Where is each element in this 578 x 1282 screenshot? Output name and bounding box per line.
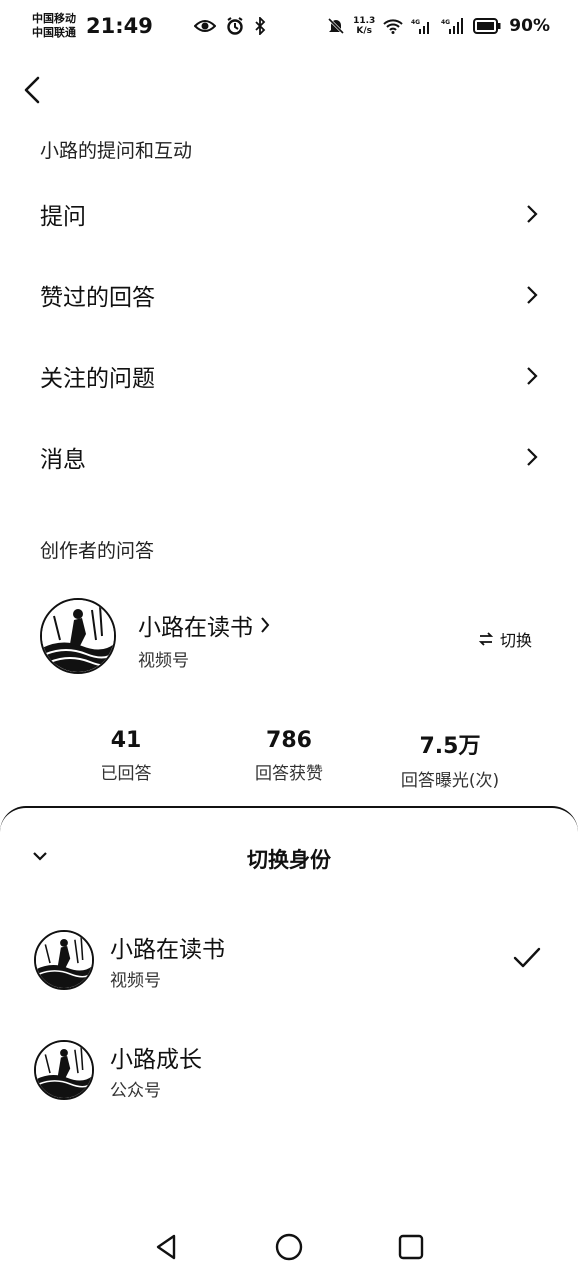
avatar-image: [36, 932, 92, 988]
identity-avatar: [34, 1040, 94, 1100]
chevron-right-icon: [261, 617, 270, 633]
battery-icon: [473, 18, 501, 34]
menu-item-questions[interactable]: 提问: [0, 178, 578, 250]
chevron-right-icon: [527, 286, 538, 304]
carrier-2: 中国联通: [32, 26, 76, 39]
switch-identity-sheet: 切换身份 小路在读书 视频号 小路成长 公众号: [0, 806, 578, 1282]
menu-item-messages[interactable]: 消息: [0, 421, 578, 493]
stat-answered[interactable]: 41 已回答: [36, 728, 216, 784]
avatar-image: [42, 600, 114, 672]
system-nav-bar: [0, 1220, 578, 1280]
carrier-1: 中国移动: [32, 12, 76, 25]
mute-bell-icon: [328, 17, 345, 35]
alarm-icon: [227, 17, 243, 35]
identity-name: 小路在读书: [110, 937, 225, 963]
wifi-icon: [383, 19, 403, 34]
stat-likes[interactable]: 786 回答获赞: [199, 728, 379, 784]
status-bar: 中国移动 中国联通 21:49 11.3 K/s 4G 4G 90%: [0, 0, 578, 60]
switch-identity-button[interactable]: 切换: [478, 627, 532, 651]
stat-label: 回答曝光(次): [400, 771, 500, 791]
nav-back-icon[interactable]: [152, 1232, 182, 1262]
menu-item-label: 赞过的回答: [40, 285, 155, 311]
stat-value: 786: [266, 728, 312, 753]
personal-section-title: 小路的提问和互动: [40, 140, 193, 162]
stat-label: 回答获赞: [255, 764, 323, 784]
identity-name: 小路成长: [110, 1047, 202, 1073]
back-arrow-icon[interactable]: [20, 74, 48, 106]
sheet-title: 切换身份: [247, 848, 331, 872]
creator-account-type: 视频号: [138, 651, 189, 671]
menu-item-label: 关注的问题: [40, 366, 155, 392]
nav-home-icon[interactable]: [274, 1232, 304, 1262]
menu-item-followed-questions[interactable]: 关注的问题: [0, 340, 578, 412]
clock: 21:49: [86, 14, 153, 38]
identity-option-official[interactable]: 小路成长 公众号: [0, 1024, 578, 1114]
signal-4g-icon: 4G: [411, 19, 430, 34]
battery-percentage: 90%: [509, 16, 550, 36]
creator-avatar[interactable]: [40, 598, 116, 674]
network-speed-unit: K/s: [356, 26, 372, 36]
switch-label: 切换: [500, 631, 533, 650]
network-speed-value: 11.3: [353, 16, 376, 26]
signal-4g-icon-2: 4G: [441, 18, 464, 34]
status-icons-right: 11.3 K/s 4G 4G 90%: [327, 16, 550, 36]
identity-type: 公众号: [110, 1081, 161, 1101]
eye-icon: [194, 20, 216, 32]
svg-text:4G: 4G: [441, 19, 450, 26]
bluetooth-icon: [255, 17, 266, 35]
identity-option-video[interactable]: 小路在读书 视频号: [0, 914, 578, 1004]
menu-item-liked-answers[interactable]: 赞过的回答: [0, 259, 578, 331]
creator-name: 小路在读书: [138, 615, 253, 641]
carrier-info: 中国移动 中国联通: [32, 12, 76, 40]
avatar-image: [36, 1042, 92, 1098]
checkmark-icon: [513, 947, 541, 968]
stat-value: 7.5万: [419, 734, 481, 759]
svg-text:4G: 4G: [411, 19, 420, 26]
identity-type: 视频号: [110, 971, 161, 991]
network-speed: 11.3 K/s: [353, 16, 375, 36]
menu-item-label: 提问: [40, 204, 86, 230]
stat-exposure[interactable]: 7.5万 回答曝光(次): [360, 728, 540, 791]
menu-item-label: 消息: [40, 447, 86, 473]
creator-section-title: 创作者的问答: [40, 540, 155, 562]
chevron-right-icon: [527, 205, 538, 223]
switch-arrows-icon: [478, 632, 494, 646]
nav-recents-icon[interactable]: [396, 1232, 426, 1262]
status-icons-left: [194, 17, 266, 35]
creator-name-link[interactable]: 小路在读书: [138, 608, 271, 642]
chevron-right-icon: [527, 448, 538, 466]
stat-value: 41: [110, 728, 142, 753]
identity-avatar: [34, 930, 94, 990]
stat-label: 已回答: [100, 764, 152, 784]
chevron-right-icon: [527, 367, 538, 385]
